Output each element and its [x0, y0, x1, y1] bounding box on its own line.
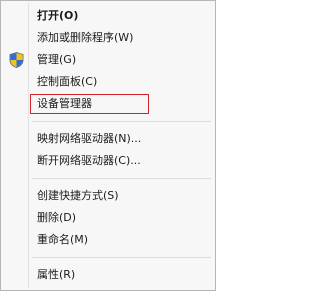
menu-item-properties[interactable]: 属性(R): [3, 264, 213, 286]
menu-item-label: 设备管理器: [37, 97, 92, 110]
menu-separator: [32, 121, 211, 122]
menu-item-create-shortcut[interactable]: 创建快捷方式(S): [3, 185, 213, 207]
menu-item-label: 添加或删除程序(W): [37, 31, 134, 44]
menu-item-device-manager[interactable]: 设备管理器: [3, 93, 213, 115]
context-menu: 打开(O) 添加或删除程序(W) 管理(G) 控制面板(C) 设备管理器 映射网…: [0, 0, 216, 291]
menu-separator: [32, 257, 211, 258]
menu-item-label: 创建快捷方式(S): [37, 189, 119, 202]
menu-item-open[interactable]: 打开(O): [3, 5, 213, 27]
menu-item-add-remove-programs[interactable]: 添加或删除程序(W): [3, 27, 213, 49]
menu-item-control-panel[interactable]: 控制面板(C): [3, 71, 213, 93]
menu-item-label: 控制面板(C): [37, 75, 98, 88]
menu-item-label: 映射网络驱动器(N)...: [37, 132, 142, 145]
menu-item-label: 打开(O): [37, 9, 79, 22]
menu-item-rename[interactable]: 重命名(M): [3, 229, 213, 251]
menu-item-label: 属性(R): [37, 268, 76, 281]
menu-separator: [32, 178, 211, 179]
menu-item-manage[interactable]: 管理(G): [3, 49, 213, 71]
menu-item-delete[interactable]: 删除(D): [3, 207, 213, 229]
menu-item-label: 删除(D): [37, 211, 77, 224]
menu-item-label: 重命名(M): [37, 233, 89, 246]
menu-item-disconnect-network-drive[interactable]: 断开网络驱动器(C)...: [3, 150, 213, 172]
menu-item-label: 断开网络驱动器(C)...: [37, 154, 141, 167]
menu-item-label: 管理(G): [37, 53, 77, 66]
menu-item-map-network-drive[interactable]: 映射网络驱动器(N)...: [3, 128, 213, 150]
uac-shield-icon: [9, 52, 24, 68]
